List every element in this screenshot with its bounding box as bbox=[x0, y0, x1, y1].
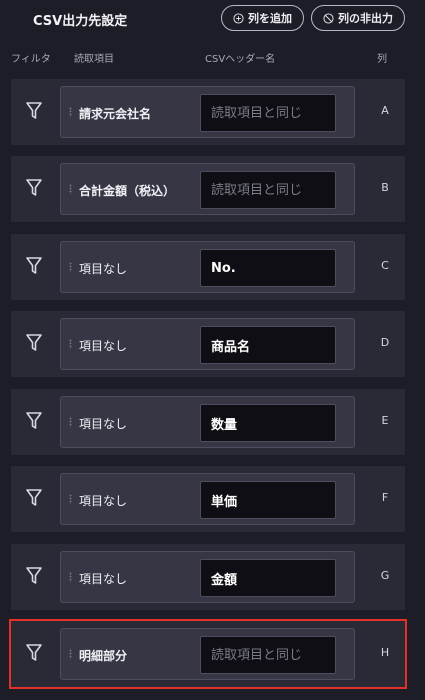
source-item-label: 項目なし bbox=[79, 339, 128, 353]
ban-circle-icon bbox=[323, 12, 334, 24]
csv-header-input[interactable] bbox=[200, 326, 336, 364]
source-item-box[interactable]: 合計金額（税込） bbox=[60, 163, 355, 215]
source-item-box[interactable]: 項目なし bbox=[60, 551, 355, 603]
column-letter: F bbox=[381, 491, 389, 504]
column-letter: A bbox=[381, 104, 389, 117]
filter-funnel-icon[interactable] bbox=[25, 333, 43, 353]
mapping-row: 項目なし G bbox=[11, 544, 405, 610]
column-header-column: 列 bbox=[377, 54, 387, 65]
filter-funnel-icon[interactable] bbox=[25, 178, 43, 198]
drag-handle-icon[interactable] bbox=[69, 572, 72, 582]
add-column-label: 列を追加 bbox=[248, 12, 292, 25]
column-letter: E bbox=[381, 414, 389, 427]
settings-header: CSV出力先設定 列を追加 列の非出力 bbox=[0, 0, 425, 40]
column-letter: H bbox=[380, 646, 390, 659]
csv-header-input[interactable] bbox=[200, 559, 336, 597]
column-letter: B bbox=[381, 181, 389, 194]
plus-circle-icon bbox=[233, 12, 244, 24]
source-item-box[interactable]: 項目なし bbox=[60, 396, 355, 448]
mapping-row: 項目なし F bbox=[11, 466, 405, 532]
source-item-box[interactable]: 項目なし bbox=[60, 241, 355, 293]
drag-handle-icon[interactable] bbox=[69, 184, 72, 194]
csv-header-input[interactable] bbox=[200, 249, 336, 287]
mapping-row: 項目なし E bbox=[11, 389, 405, 455]
source-item-box[interactable]: 明細部分 bbox=[60, 628, 355, 680]
mapping-row: 請求元会社名 A bbox=[11, 79, 405, 145]
source-item-box[interactable]: 項目なし bbox=[60, 473, 355, 525]
drag-handle-icon[interactable] bbox=[69, 107, 72, 117]
csv-header-input[interactable] bbox=[200, 636, 336, 674]
mapping-row: 項目なし D bbox=[11, 311, 405, 377]
page-title: CSV出力先設定 bbox=[33, 14, 128, 29]
filter-funnel-icon[interactable] bbox=[25, 101, 43, 121]
csv-header-input[interactable] bbox=[200, 94, 336, 132]
add-column-button[interactable]: 列を追加 bbox=[221, 5, 304, 31]
filter-funnel-icon[interactable] bbox=[25, 411, 43, 431]
mapping-row: 明細部分 H bbox=[9, 619, 407, 689]
filter-funnel-icon[interactable] bbox=[25, 256, 43, 276]
column-header-csv-header: CSVヘッダー名 bbox=[205, 54, 276, 65]
drag-handle-icon[interactable] bbox=[69, 262, 72, 272]
filter-funnel-icon[interactable] bbox=[25, 643, 43, 663]
source-item-box[interactable]: 請求元会社名 bbox=[60, 86, 355, 138]
column-header-source-item: 読取項目 bbox=[74, 54, 114, 65]
filter-funnel-icon[interactable] bbox=[25, 566, 43, 586]
mapping-row: 合計金額（税込） B bbox=[11, 156, 405, 222]
hide-column-label: 列の非出力 bbox=[338, 12, 393, 25]
filter-funnel-icon[interactable] bbox=[25, 488, 43, 508]
csv-header-input[interactable] bbox=[200, 171, 336, 209]
source-item-label: 項目なし bbox=[79, 417, 128, 431]
mapping-row: 項目なし C bbox=[11, 234, 405, 300]
csv-header-input[interactable] bbox=[200, 481, 336, 519]
column-header-filter: フィルタ bbox=[11, 54, 51, 65]
source-item-label: 項目なし bbox=[79, 572, 128, 586]
source-item-label: 項目なし bbox=[79, 494, 128, 508]
drag-handle-icon[interactable] bbox=[69, 339, 72, 349]
drag-handle-icon[interactable] bbox=[69, 417, 72, 427]
source-item-label: 項目なし bbox=[79, 262, 128, 276]
source-item-label: 合計金額（税込） bbox=[79, 184, 176, 198]
source-item-box[interactable]: 項目なし bbox=[60, 318, 355, 370]
hide-column-button[interactable]: 列の非出力 bbox=[311, 5, 405, 31]
column-letter: G bbox=[380, 569, 390, 582]
column-letter: C bbox=[381, 259, 389, 272]
source-item-label: 明細部分 bbox=[79, 649, 128, 663]
drag-handle-icon[interactable] bbox=[69, 649, 72, 659]
source-item-label: 請求元会社名 bbox=[79, 107, 152, 121]
drag-handle-icon[interactable] bbox=[69, 494, 72, 504]
column-letter: D bbox=[380, 336, 390, 349]
csv-header-input[interactable] bbox=[200, 404, 336, 442]
